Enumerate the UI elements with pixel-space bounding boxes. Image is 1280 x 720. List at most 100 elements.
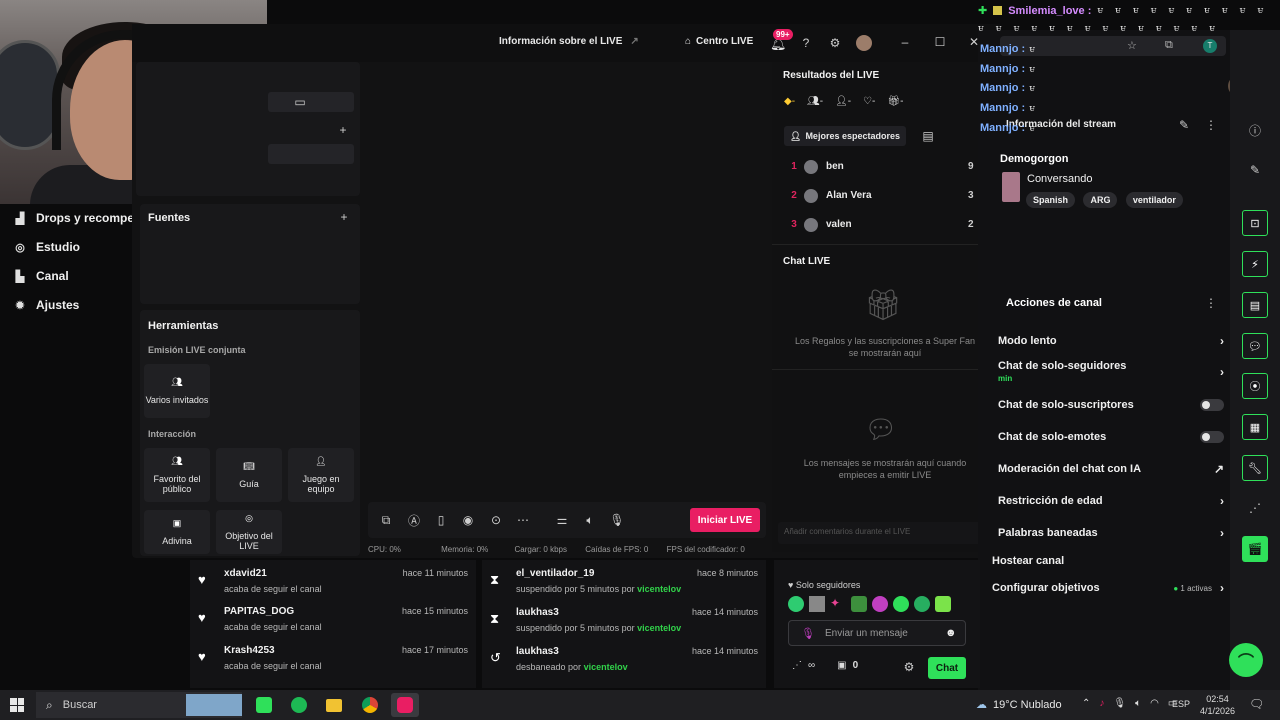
- team-game-tool[interactable]: 👤︎ Juego en equipo: [288, 448, 354, 502]
- volume-icon[interactable]: 🔈︎: [1135, 698, 1141, 709]
- volume-icon[interactable]: 🔈︎: [582, 512, 598, 528]
- phone-icon[interactable]: ▯: [433, 512, 449, 528]
- kebab-menu-icon[interactable]: ⋮: [1203, 117, 1219, 133]
- top-viewers-tab[interactable]: 👤︎ Mejores espectadores: [784, 126, 906, 146]
- capture-icon[interactable]: ⊙: [488, 512, 504, 528]
- add-source-icon[interactable]: +: [336, 209, 352, 225]
- nav-settings[interactable]: ✹ Ajustes: [14, 294, 79, 316]
- list-item[interactable]: 1 ben 9: [784, 152, 984, 181]
- multi-guests-tool[interactable]: 👥︎ Varios invitados: [144, 364, 210, 418]
- host-channel-setting[interactable]: Hostear canal: [992, 551, 1218, 571]
- followers-only-setting[interactable]: Chat de solo-seguidores min ›: [998, 360, 1224, 383]
- emote-icon[interactable]: [872, 596, 888, 612]
- tag[interactable]: ventilador: [1125, 192, 1183, 208]
- emote-icon[interactable]: [914, 596, 930, 612]
- emote-icon[interactable]: [935, 596, 951, 612]
- layout-icon[interactable]: ▭: [292, 94, 308, 110]
- sliders-icon[interactable]: ⚌: [554, 512, 570, 528]
- emoji-icon[interactable]: ☻: [945, 627, 957, 639]
- emote-only-setting[interactable]: Chat de solo-emotes: [998, 427, 1224, 447]
- clapper-icon[interactable]: 🎬︎: [1242, 536, 1268, 562]
- list-item[interactable]: ↺ laukhas3 desbaneado por vicentelov hac…: [482, 646, 766, 684]
- broadcast-icon[interactable]: ⦿: [1242, 373, 1268, 399]
- emote-icon[interactable]: ✦: [830, 596, 846, 612]
- toggle-switch[interactable]: [1200, 399, 1224, 411]
- emote-icon[interactable]: [851, 596, 867, 612]
- list-item[interactable]: 3 valen 2: [784, 210, 984, 239]
- help-icon[interactable]: ?: [798, 35, 814, 51]
- tag[interactable]: ARG: [1083, 192, 1118, 208]
- wrench-icon[interactable]: 🔧︎: [1242, 455, 1268, 481]
- goal-tool[interactable]: ◎ Objetivo del LIVE: [216, 510, 282, 554]
- live-info-link[interactable]: Información sobre el LIVE ↗: [499, 36, 639, 47]
- profile-avatar[interactable]: T: [1203, 39, 1217, 53]
- more-icon[interactable]: ⋯: [515, 512, 531, 528]
- list-item[interactable]: 2 Alan Vera 3: [784, 181, 984, 210]
- start-live-button[interactable]: Iniciar LIVE: [690, 508, 760, 532]
- list-item[interactable]: ♥ Krash4253 acaba de seguir el canal hac…: [190, 645, 476, 683]
- guide-tool[interactable]: 📖︎ Guía: [216, 448, 282, 502]
- clock[interactable]: 02:54 4/1/2026: [1200, 693, 1235, 717]
- chat-username[interactable]: Smilemia_love :: [1008, 5, 1091, 17]
- banned-words-setting[interactable]: Palabras baneadas ›: [998, 523, 1224, 543]
- tiktok-tray-icon[interactable]: ♪: [1099, 698, 1104, 709]
- add-scene-icon[interactable]: +: [335, 122, 351, 138]
- edit-icon[interactable]: ✎: [1176, 117, 1192, 133]
- list-item[interactable]: ⧗ el_ventilador_19 suspendido por 5 minu…: [482, 568, 766, 606]
- category-name[interactable]: Conversando: [1027, 173, 1092, 185]
- chrome-icon[interactable]: [356, 693, 384, 717]
- chat-message-input[interactable]: 🎙︎ Enviar un mensaje ☻: [788, 620, 966, 646]
- toggle-switch[interactable]: [1200, 431, 1224, 443]
- extensions-icon[interactable]: ⧉: [1165, 39, 1173, 52]
- windows-start-icon[interactable]: [10, 698, 24, 712]
- emote-icon[interactable]: [893, 596, 909, 612]
- subscribers-only-setting[interactable]: Chat de solo-suscriptores: [998, 395, 1224, 415]
- pencil-icon[interactable]: ✎: [1247, 162, 1263, 178]
- lightning-icon[interactable]: ⚡︎: [1242, 251, 1268, 277]
- star-icon[interactable]: ☆: [1127, 39, 1137, 52]
- weather-widget[interactable]: ☁ 19°C Nublado: [976, 698, 1062, 712]
- nav-studio[interactable]: ◎ Estudio: [14, 236, 80, 258]
- support-button[interactable]: ⌒: [1229, 643, 1263, 677]
- chat-icon[interactable]: 💬︎: [1242, 333, 1268, 359]
- info-icon[interactable]: ⓘ: [1247, 122, 1263, 138]
- list-item[interactable]: ⧗ laukhas3 suspendido por 5 minutos por …: [482, 607, 766, 645]
- list-icon[interactable]: ▤: [920, 128, 936, 144]
- record-icon[interactable]: ◉: [460, 512, 476, 528]
- nav-channel[interactable]: ▙ Canal: [14, 265, 69, 287]
- tag[interactable]: Spanish: [1026, 192, 1076, 208]
- settings-gear-icon[interactable]: ⚙: [827, 35, 843, 51]
- spotify-icon[interactable]: [285, 693, 313, 717]
- maximize-icon[interactable]: ☐: [932, 34, 948, 50]
- chevron-up-icon[interactable]: ⌃: [1082, 698, 1090, 709]
- server-icon[interactable]: ▦: [1242, 414, 1268, 440]
- wifi-icon[interactable]: ◠: [1150, 698, 1159, 709]
- app-icon[interactable]: [250, 693, 278, 717]
- goals-setting[interactable]: Configurar objetivos ● 1 activas ›: [992, 578, 1224, 598]
- chat-send-button[interactable]: Chat: [928, 657, 966, 679]
- share-icon[interactable]: ⋰: [792, 660, 802, 671]
- notification-bell[interactable]: 🔔︎ 99+: [770, 29, 793, 53]
- mic-icon[interactable]: 🎙︎: [609, 512, 625, 528]
- emote-icon[interactable]: [788, 596, 804, 612]
- notification-center-icon[interactable]: 🗨︎: [1249, 697, 1264, 711]
- ai-moderation-setting[interactable]: Moderación del chat con IA ↗: [998, 459, 1224, 479]
- live-center-button[interactable]: ⌂ Centro LIVE: [685, 36, 753, 47]
- language-indicator[interactable]: ESP: [1172, 699, 1190, 709]
- emote-icon[interactable]: [809, 596, 825, 612]
- list-item[interactable]: ♥ PAPITAS_DOG acaba de seguir el canal h…: [190, 606, 476, 644]
- tiktok-icon[interactable]: [391, 693, 419, 717]
- capture-icon[interactable]: ⊡: [1242, 210, 1268, 236]
- gear-icon[interactable]: ⚙: [901, 659, 917, 675]
- kebab-menu-icon[interactable]: ⋮: [1203, 295, 1219, 311]
- folder-icon[interactable]: [320, 693, 348, 717]
- mic-icon[interactable]: 🎙︎: [1113, 698, 1126, 709]
- minimize-icon[interactable]: –: [897, 34, 913, 50]
- list-item[interactable]: ♥ xdavid21 acaba de seguir el canal hace…: [190, 568, 476, 606]
- taskbar-search[interactable]: ⌕ Buscar: [36, 692, 242, 718]
- age-restriction-setting[interactable]: Restricción de edad ›: [998, 491, 1224, 511]
- screen-share-icon[interactable]: ⧉: [378, 512, 394, 528]
- share-icon[interactable]: ⋰: [1247, 500, 1263, 516]
- comment-input[interactable]: Añadir comentarios durante el LIVE: [778, 522, 990, 544]
- document-icon[interactable]: ▤: [1242, 292, 1268, 318]
